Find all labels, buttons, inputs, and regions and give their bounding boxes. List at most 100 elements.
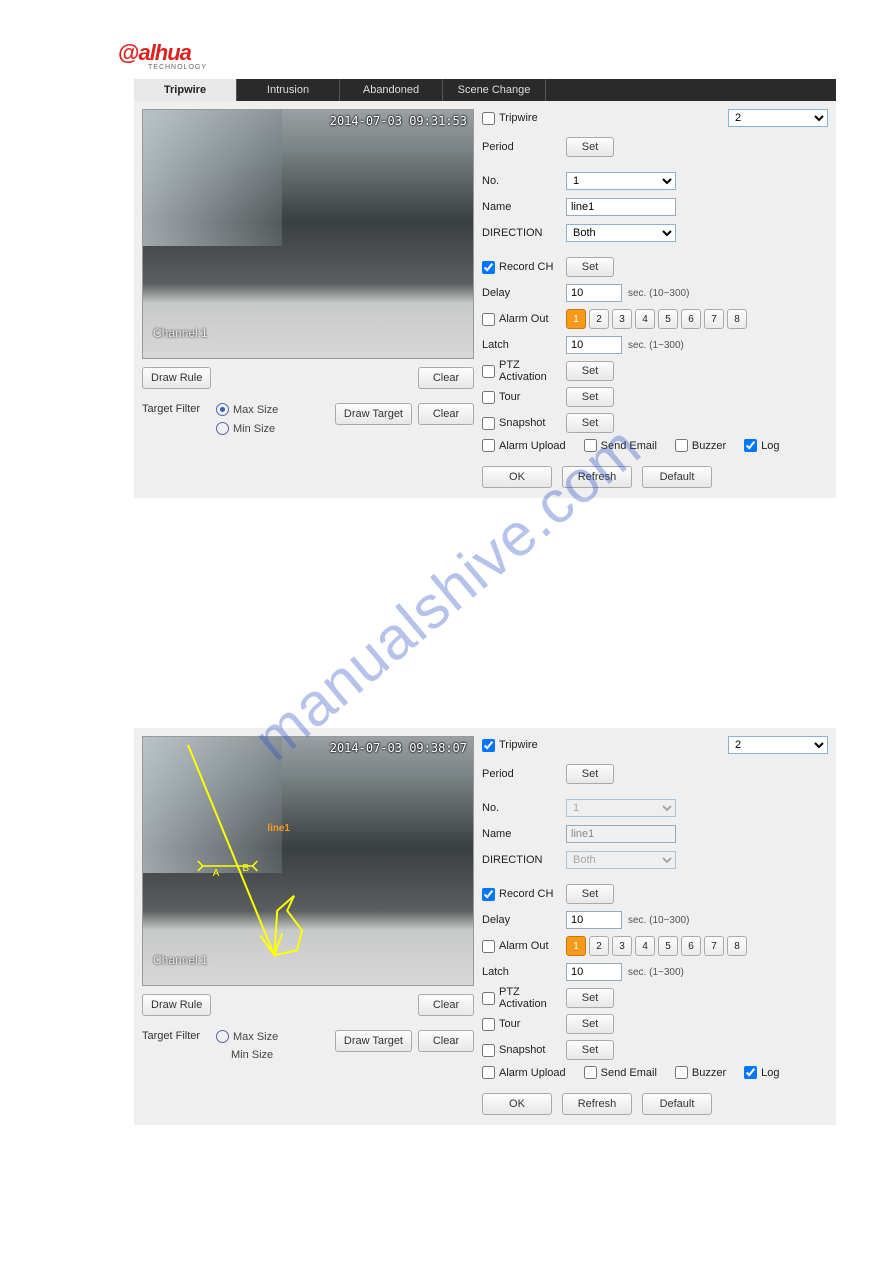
record-ch-checkbox-2[interactable]	[482, 888, 495, 901]
alarm-num-2-b[interactable]: 2	[589, 936, 609, 956]
alarm-upload-checkbox-2[interactable]	[482, 1066, 495, 1079]
ptz-toggle-2[interactable]: PTZ Activation	[482, 986, 566, 1010]
tour-set-button-2[interactable]: Set	[566, 1014, 614, 1034]
period-set-button-2[interactable]: Set	[566, 764, 614, 784]
latch-input[interactable]	[566, 336, 622, 354]
alarm-num-6-b[interactable]: 6	[681, 936, 701, 956]
alarm-num-4-b[interactable]: 4	[635, 936, 655, 956]
tour-checkbox-2[interactable]	[482, 1018, 495, 1031]
period-set-button[interactable]: Set	[566, 137, 614, 157]
tripwire-enable[interactable]: Tripwire	[482, 112, 538, 125]
ptz-set-button[interactable]: Set	[566, 361, 614, 381]
clear-target-button[interactable]: Clear	[418, 403, 474, 425]
refresh-button-2[interactable]: Refresh	[562, 1093, 632, 1115]
default-button-2[interactable]: Default	[642, 1093, 712, 1115]
buzzer-checkbox[interactable]	[675, 439, 688, 452]
snapshot-checkbox[interactable]	[482, 417, 495, 430]
draw-rule-button-2[interactable]: Draw Rule	[142, 994, 211, 1016]
record-ch-checkbox[interactable]	[482, 261, 495, 274]
clear-target-button-2[interactable]: Clear	[418, 1030, 474, 1052]
log-toggle-2[interactable]: Log	[744, 1066, 779, 1079]
tripwire-enable-2[interactable]: Tripwire	[482, 739, 538, 752]
send-email-toggle-2[interactable]: Send Email	[584, 1066, 657, 1079]
tour-set-button[interactable]: Set	[566, 387, 614, 407]
ptz-set-button-2[interactable]: Set	[566, 988, 614, 1008]
draw-target-button[interactable]: Draw Target	[335, 403, 412, 425]
snapshot-toggle[interactable]: Snapshot	[482, 417, 566, 430]
buzzer-checkbox-2[interactable]	[675, 1066, 688, 1079]
rule-index-select[interactable]: 2	[728, 109, 828, 127]
clear-rule-button-2[interactable]: Clear	[418, 994, 474, 1016]
alarm-num-7-b[interactable]: 7	[704, 936, 724, 956]
tripwire-checkbox[interactable]	[482, 112, 495, 125]
tour-checkbox[interactable]	[482, 391, 495, 404]
delay-input[interactable]	[566, 284, 622, 302]
record-ch-toggle[interactable]: Record CH	[482, 261, 566, 274]
tab-scene-change[interactable]: Scene Change	[443, 79, 546, 101]
record-set-button-2[interactable]: Set	[566, 884, 614, 904]
refresh-button[interactable]: Refresh	[562, 466, 632, 488]
log-checkbox[interactable]	[744, 439, 757, 452]
snapshot-checkbox-2[interactable]	[482, 1044, 495, 1057]
clear-rule-button[interactable]: Clear	[418, 367, 474, 389]
ptz-checkbox[interactable]	[482, 365, 495, 378]
alarm-num-3[interactable]: 3	[612, 309, 632, 329]
log-toggle[interactable]: Log	[744, 439, 779, 452]
ptz-checkbox-2[interactable]	[482, 992, 495, 1005]
default-button[interactable]: Default	[642, 466, 712, 488]
send-email-checkbox[interactable]	[584, 439, 597, 452]
alarm-num-8-b[interactable]: 8	[727, 936, 747, 956]
snapshot-set-button[interactable]: Set	[566, 413, 614, 433]
no-select[interactable]: 1	[566, 172, 676, 190]
record-set-button[interactable]: Set	[566, 257, 614, 277]
draw-target-button-2[interactable]: Draw Target	[335, 1030, 412, 1052]
ok-button[interactable]: OK	[482, 466, 552, 488]
alarm-num-5-b[interactable]: 5	[658, 936, 678, 956]
alarm-num-7[interactable]: 7	[704, 309, 724, 329]
alarm-upload-checkbox[interactable]	[482, 439, 495, 452]
name-input[interactable]	[566, 198, 676, 216]
video-preview[interactable]: 2014-07-03 09:31:53 Channel:1	[142, 109, 474, 359]
tab-intrusion[interactable]: Intrusion	[237, 79, 340, 101]
alarm-num-2[interactable]: 2	[589, 309, 609, 329]
tripwire-checkbox-2[interactable]	[482, 739, 495, 752]
alarm-out-checkbox[interactable]	[482, 313, 495, 326]
delay-input-2[interactable]	[566, 911, 622, 929]
latch-input-2[interactable]	[566, 963, 622, 981]
alarm-out-checkbox-2[interactable]	[482, 940, 495, 953]
log-checkbox-2[interactable]	[744, 1066, 757, 1079]
ptz-toggle[interactable]: PTZ Activation	[482, 359, 566, 383]
ok-button-2[interactable]: OK	[482, 1093, 552, 1115]
alarm-upload-toggle-2[interactable]: Alarm Upload	[482, 1066, 566, 1079]
snapshot-toggle-2[interactable]: Snapshot	[482, 1044, 566, 1057]
record-ch-toggle-2[interactable]: Record CH	[482, 888, 566, 901]
send-email-toggle[interactable]: Send Email	[584, 439, 657, 452]
alarm-num-5[interactable]: 5	[658, 309, 678, 329]
alarm-upload-toggle[interactable]: Alarm Upload	[482, 439, 566, 452]
min-size-radio-2[interactable]: Min Size	[216, 1049, 278, 1061]
snapshot-set-button-2[interactable]: Set	[566, 1040, 614, 1060]
max-size-radio-2[interactable]: Max Size	[216, 1030, 278, 1043]
direction-select[interactable]: Both	[566, 224, 676, 242]
tab-tripwire[interactable]: Tripwire	[134, 79, 237, 101]
min-size-radio[interactable]: Min Size	[216, 422, 278, 435]
buzzer-toggle-2[interactable]: Buzzer	[675, 1066, 726, 1079]
draw-rule-button[interactable]: Draw Rule	[142, 367, 211, 389]
tour-toggle-2[interactable]: Tour	[482, 1018, 566, 1031]
video-preview-2[interactable]: 2014-07-03 09:38:07 Channel:1 A B line1	[142, 736, 474, 986]
alarm-num-1-b[interactable]: 1	[566, 936, 586, 956]
send-email-checkbox-2[interactable]	[584, 1066, 597, 1079]
alarm-out-toggle[interactable]: Alarm Out	[482, 313, 566, 326]
alarm-upload-label: Alarm Upload	[499, 440, 566, 452]
buzzer-toggle[interactable]: Buzzer	[675, 439, 726, 452]
alarm-num-4[interactable]: 4	[635, 309, 655, 329]
alarm-num-6[interactable]: 6	[681, 309, 701, 329]
alarm-num-3-b[interactable]: 3	[612, 936, 632, 956]
alarm-num-8[interactable]: 8	[727, 309, 747, 329]
tab-abandoned[interactable]: Abandoned	[340, 79, 443, 101]
max-size-radio[interactable]: Max Size	[216, 403, 278, 416]
rule-index-select-2[interactable]: 2	[728, 736, 828, 754]
alarm-out-toggle-2[interactable]: Alarm Out	[482, 940, 566, 953]
alarm-num-1[interactable]: 1	[566, 309, 586, 329]
tour-toggle[interactable]: Tour	[482, 391, 566, 404]
